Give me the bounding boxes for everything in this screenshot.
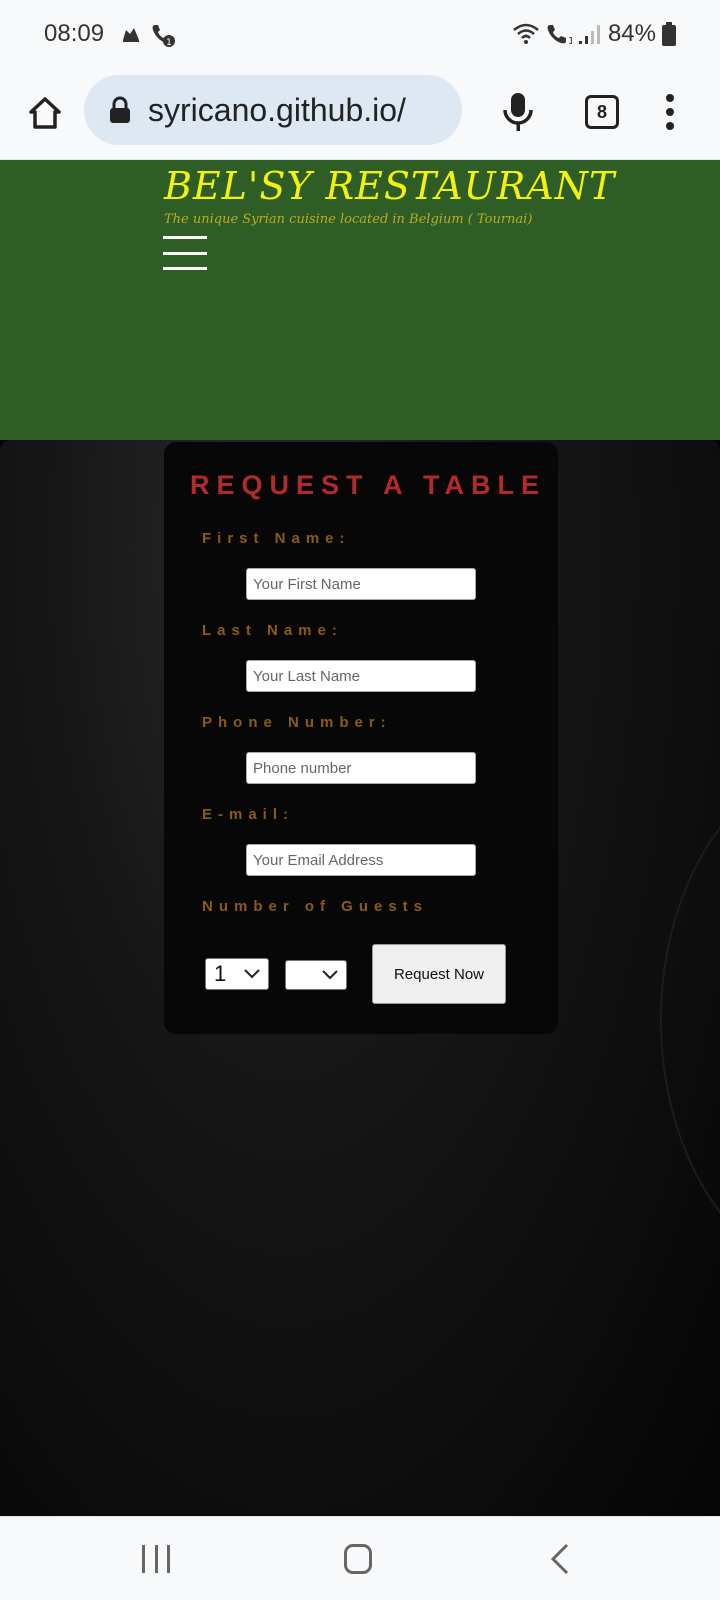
vowifi-icon: 1 bbox=[547, 25, 572, 46]
first-name-label: First Name: bbox=[202, 530, 351, 547]
battery-icon bbox=[662, 22, 676, 46]
signal-icon bbox=[578, 25, 600, 44]
tab-count: 8 bbox=[596, 101, 607, 122]
form-title: REQUEST A TABLE bbox=[190, 470, 547, 500]
background-decoration bbox=[660, 760, 720, 1280]
site-header: BEL'SY RESTAURANT The unique Syrian cuis… bbox=[0, 160, 720, 440]
svg-text:1: 1 bbox=[166, 38, 172, 48]
url-text: syricano.github.io/ bbox=[148, 91, 406, 128]
phone-label: Phone Number: bbox=[202, 714, 392, 731]
guests-select[interactable]: 1 bbox=[205, 958, 269, 990]
first-name-input[interactable] bbox=[246, 568, 476, 600]
last-name-input[interactable] bbox=[246, 660, 476, 692]
brand-tagline: The unique Syrian cuisine located in Bel… bbox=[164, 212, 533, 227]
email-label: E-mail: bbox=[202, 806, 295, 823]
guests-select-value: 1 bbox=[214, 961, 227, 986]
status-right: 1 84% bbox=[512, 20, 676, 48]
chevron-down-icon bbox=[322, 970, 338, 980]
hamburger-menu-icon[interactable] bbox=[163, 236, 207, 270]
status-bar: 08:09 1 1 84% bbox=[0, 0, 720, 72]
browser-toolbar: syricano.github.io/ 8 bbox=[0, 72, 720, 160]
back-icon[interactable] bbox=[550, 1543, 570, 1575]
recents-icon[interactable] bbox=[142, 1545, 170, 1573]
main-section: REQUEST A TABLE First Name: Last Name: P… bbox=[0, 440, 720, 1516]
brand-title[interactable]: BEL'SY RESTAURANT bbox=[164, 164, 615, 208]
chevron-down-icon bbox=[244, 969, 260, 979]
phone-input[interactable] bbox=[246, 752, 476, 784]
tabs-icon[interactable]: 8 bbox=[585, 95, 619, 129]
reservation-form: REQUEST A TABLE First Name: Last Name: P… bbox=[164, 442, 558, 1034]
lock-icon bbox=[110, 96, 130, 123]
battery-text: 84% bbox=[607, 20, 656, 47]
notification-app-icon bbox=[123, 28, 139, 42]
wifi-icon bbox=[513, 23, 539, 44]
email-input[interactable] bbox=[246, 844, 476, 876]
last-name-label: Last Name: bbox=[202, 622, 343, 639]
home-icon bbox=[29, 97, 61, 129]
address-bar[interactable]: syricano.github.io/ bbox=[84, 75, 462, 145]
browser-home-button[interactable] bbox=[22, 90, 68, 136]
more-vert-icon[interactable] bbox=[660, 94, 680, 130]
svg-text:1: 1 bbox=[568, 36, 572, 46]
guests-label: Number of Guests bbox=[202, 898, 429, 915]
status-left-icons: 1 bbox=[120, 22, 176, 48]
secondary-select[interactable] bbox=[285, 960, 347, 990]
mic-icon[interactable] bbox=[502, 92, 534, 132]
status-time: 08:09 bbox=[44, 20, 105, 47]
request-now-button[interactable]: Request Now bbox=[372, 944, 506, 1004]
home-nav-icon[interactable] bbox=[344, 1544, 372, 1574]
wifi-call-icon: 1 bbox=[152, 25, 175, 48]
system-nav-bar bbox=[0, 1516, 720, 1600]
